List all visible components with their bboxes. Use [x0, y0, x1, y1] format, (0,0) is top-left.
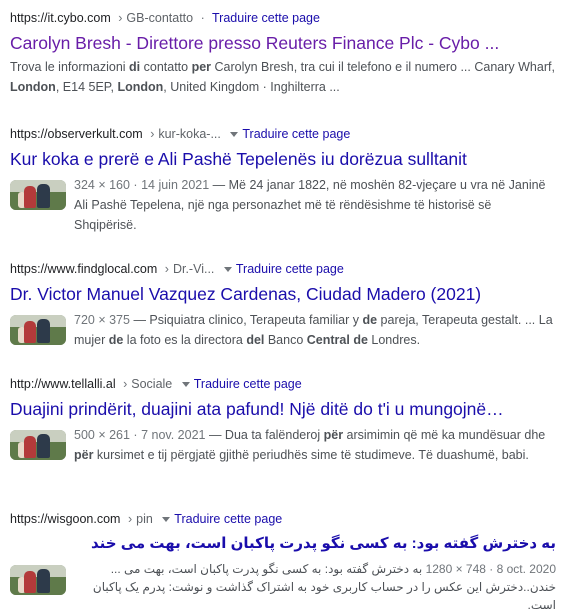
- search-result: http://www.tellalli.al › Sociale Traduire…: [10, 375, 556, 465]
- result-body: 720 × 375 — Psiquiatra clinico, Terapeut…: [10, 308, 556, 350]
- chevron-down-icon[interactable]: [181, 381, 190, 387]
- search-result: https://observerkult.com › kur-koka-... T…: [10, 125, 556, 235]
- image-meta: 324 × 160 · 14 juin 2021: [74, 178, 210, 192]
- result-url: https://observerkult.com: [10, 127, 143, 141]
- snippet-text: — Dua ta falënderoj: [205, 428, 324, 442]
- result-path: pin: [136, 512, 153, 526]
- result-body: 324 × 160 · 14 juin 2021 — Më 24 janar 1…: [10, 173, 556, 235]
- search-result: https://it.cybo.com › GB-contatto · Tradu…: [10, 9, 556, 97]
- breadcrumb-separator: ›: [123, 377, 128, 391]
- thumbnail-figure: [24, 436, 36, 458]
- result-url: https://wisgoon.com: [10, 512, 121, 526]
- result-title-link[interactable]: Carolyn Bresh - Direttore presso Reuters…: [10, 31, 556, 55]
- thumbnail-figure: [37, 569, 50, 593]
- snippet-text: arsimimin që më ka mundësuar dhe: [343, 428, 546, 442]
- snippet-text: — Psiquiatra clinico, Terapeuta familiar…: [129, 313, 363, 327]
- dot-separator: ·: [200, 11, 205, 25]
- result-snippet: 720 × 375 — Psiquiatra clinico, Terapeut…: [74, 310, 556, 350]
- result-cite[interactable]: https://it.cybo.com › GB-contatto · Tradu…: [10, 9, 556, 27]
- result-snippet: 324 × 160 · 14 juin 2021 — Më 24 janar 1…: [74, 175, 556, 235]
- result-snippet: 1280 × 748 · 8 oct. 2020 به دخترش گفته ب…: [74, 560, 556, 614]
- snippet-text: , E14 5EP,: [55, 80, 118, 94]
- breadcrumb-separator: ›: [127, 512, 133, 526]
- thumbnail-figure: [24, 321, 36, 343]
- snippet-text: Banco: [264, 333, 307, 347]
- snippet-highlight: de: [362, 313, 378, 327]
- result-body: 1280 × 748 · 8 oct. 2020 به دخترش گفته ب…: [10, 558, 556, 614]
- snippet-highlight: per: [191, 60, 212, 74]
- snippet-highlight: për: [74, 448, 94, 462]
- result-path: GB-contatto: [126, 11, 194, 25]
- result-title-link[interactable]: به دخترش گفته بود: به کسی نگو پدرت پاکبا…: [10, 532, 556, 556]
- translate-link[interactable]: Traduire cette page: [242, 127, 350, 141]
- snippet-highlight: del: [246, 333, 265, 347]
- snippet-text: , United Kingdom · Inghilterra ...: [163, 80, 340, 94]
- thumbnail-figure: [24, 186, 36, 208]
- result-title-link[interactable]: Kur koka e prerë e Ali Pashë Tepelenës i…: [10, 147, 556, 171]
- chevron-down-icon[interactable]: [162, 516, 171, 522]
- snippet-highlight: de: [353, 333, 368, 347]
- snippet-text: contatto: [140, 60, 192, 74]
- translate-link[interactable]: Traduire cette page: [194, 377, 302, 391]
- snippet-text: Carolyn Bresh, tra cui il telefono e il …: [211, 60, 555, 74]
- result-cite[interactable]: http://www.tellalli.al › Sociale Traduire…: [10, 375, 556, 393]
- search-result: https://www.findglocal.com › Dr.-Vi... Tr…: [10, 260, 556, 350]
- result-cite[interactable]: https://www.findglocal.com › Dr.-Vi... Tr…: [10, 260, 556, 278]
- snippet-text: Londres.: [367, 333, 421, 347]
- image-meta: 720 × 375: [74, 313, 130, 327]
- result-url: https://www.findglocal.com: [10, 262, 158, 276]
- translate-link[interactable]: Traduire cette page: [212, 11, 320, 25]
- result-snippet: Trova le informazioni di contatto per Ca…: [10, 57, 556, 97]
- search-result: https://wisgoon.com › pin Traduire cette …: [10, 510, 556, 614]
- chevron-down-icon[interactable]: [230, 131, 239, 137]
- result-thumbnail[interactable]: [10, 180, 66, 210]
- result-url: https://it.cybo.com: [10, 11, 111, 25]
- translate-link[interactable]: Traduire cette page: [174, 512, 282, 526]
- result-cite[interactable]: https://wisgoon.com › pin Traduire cette …: [10, 510, 556, 528]
- result-thumbnail[interactable]: [10, 315, 66, 345]
- snippet-text: la foto es la directora: [123, 333, 247, 347]
- result-path: Sociale: [131, 377, 173, 391]
- breadcrumb-separator: ›: [164, 262, 169, 276]
- breadcrumb-separator: ›: [118, 11, 123, 25]
- thumbnail-figure: [24, 571, 36, 593]
- thumbnail-figure: [37, 319, 50, 343]
- result-path: Dr.-Vi...: [172, 262, 215, 276]
- snippet-highlight: për: [323, 428, 344, 442]
- snippet-highlight: London: [117, 80, 164, 94]
- snippet-highlight: London: [10, 80, 56, 94]
- snippet-text: kursimet e tij përgjatë gjithë periudhës…: [93, 448, 529, 462]
- result-title-link[interactable]: Dr. Victor Manuel Vazquez Cardenas, Ciud…: [10, 282, 556, 306]
- result-url: http://www.tellalli.al: [10, 377, 116, 391]
- result-thumbnail[interactable]: [10, 430, 66, 460]
- translate-link[interactable]: Traduire cette page: [236, 262, 344, 276]
- result-thumbnail[interactable]: [10, 565, 66, 595]
- result-body: 500 × 261 · 7 nov. 2021 — Dua ta falënde…: [10, 423, 556, 465]
- snippet-text: Trova le informazioni: [10, 60, 130, 74]
- snippet-highlight: de: [108, 333, 124, 347]
- snippet-highlight: di: [129, 60, 141, 74]
- result-snippet: 500 × 261 · 7 nov. 2021 — Dua ta falënde…: [74, 425, 556, 465]
- thumbnail-figure: [37, 434, 50, 458]
- result-title-link[interactable]: Duajini prindërit, duajini ata pafund! N…: [10, 397, 556, 421]
- thumbnail-figure: [37, 184, 50, 208]
- result-path: kur-koka-...: [158, 127, 221, 141]
- chevron-down-icon[interactable]: [223, 266, 232, 272]
- result-cite[interactable]: https://observerkult.com › kur-koka-... T…: [10, 125, 556, 143]
- image-meta: 500 × 261 · 7 nov. 2021: [74, 428, 206, 442]
- breadcrumb-separator: ›: [150, 127, 155, 141]
- snippet-highlight: Central: [306, 333, 350, 347]
- image-meta: 1280 × 748 · 8 oct. 2020: [425, 562, 556, 576]
